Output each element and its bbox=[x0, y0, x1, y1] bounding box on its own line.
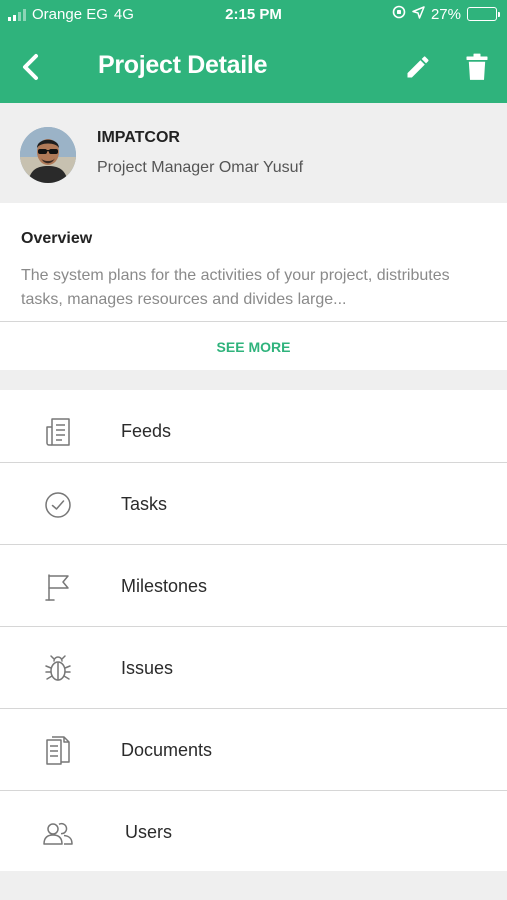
menu-item-label: Documents bbox=[121, 740, 213, 760]
menu-item-issues[interactable]: Issues bbox=[0, 627, 507, 709]
flag-icon bbox=[42, 571, 74, 603]
see-more-button[interactable]: SEE MORE bbox=[0, 323, 507, 370]
bug-icon bbox=[42, 653, 74, 685]
battery-percent: 27% bbox=[430, 5, 461, 23]
edit-button[interactable] bbox=[400, 50, 436, 84]
orientation-lock-icon bbox=[392, 5, 406, 23]
location-arrow-icon bbox=[412, 5, 425, 23]
feed-document-icon bbox=[42, 416, 74, 448]
overview-section: Overview The system plans for the activi… bbox=[0, 203, 507, 370]
overview-title: Overview bbox=[21, 230, 93, 247]
menu-item-tasks[interactable]: Tasks bbox=[0, 463, 507, 545]
avatar bbox=[20, 127, 76, 183]
menu-item-label: Feeds bbox=[121, 421, 172, 441]
menu-item-users[interactable]: Users bbox=[0, 791, 507, 873]
menu-item-label: Tasks bbox=[121, 494, 168, 514]
menu-item-milestones[interactable]: Milestones bbox=[0, 545, 507, 627]
menu-item-label: Issues bbox=[121, 658, 174, 678]
back-button[interactable] bbox=[14, 50, 48, 84]
menu-item-feeds[interactable]: Feeds bbox=[0, 390, 507, 472]
menu-item-label: Milestones bbox=[121, 576, 208, 596]
pencil-icon bbox=[407, 56, 429, 78]
divider bbox=[0, 321, 507, 322]
overview-description: The system plans for the activities of y… bbox=[21, 267, 450, 308]
company-name: IMPATCOR bbox=[97, 129, 180, 146]
status-indicators: 27% bbox=[392, 5, 500, 23]
app-header: Orange EG 4G 2:15 PM 27% Project Detaile bbox=[0, 0, 507, 103]
users-icon bbox=[42, 817, 74, 849]
menu-item-documents[interactable]: Documents bbox=[0, 709, 507, 791]
navigation-bar: Project Detaile bbox=[0, 38, 507, 96]
page-title: Project Detaile bbox=[98, 51, 268, 79]
project-menu: Feeds Tasks Milestones Issues Documents … bbox=[0, 390, 507, 871]
delete-button[interactable] bbox=[460, 50, 494, 84]
status-bar: Orange EG 4G 2:15 PM 27% bbox=[0, 0, 507, 30]
check-circle-icon bbox=[42, 489, 74, 521]
documents-icon bbox=[42, 735, 74, 767]
project-manager-card: IMPATCOR Project Manager Omar Yusuf bbox=[0, 103, 507, 203]
battery-icon bbox=[467, 7, 500, 21]
trash-icon bbox=[466, 53, 488, 80]
project-manager-label: Project Manager Omar Yusuf bbox=[97, 159, 304, 176]
chevron-left-icon bbox=[23, 54, 38, 80]
menu-item-label: Users bbox=[125, 822, 173, 842]
